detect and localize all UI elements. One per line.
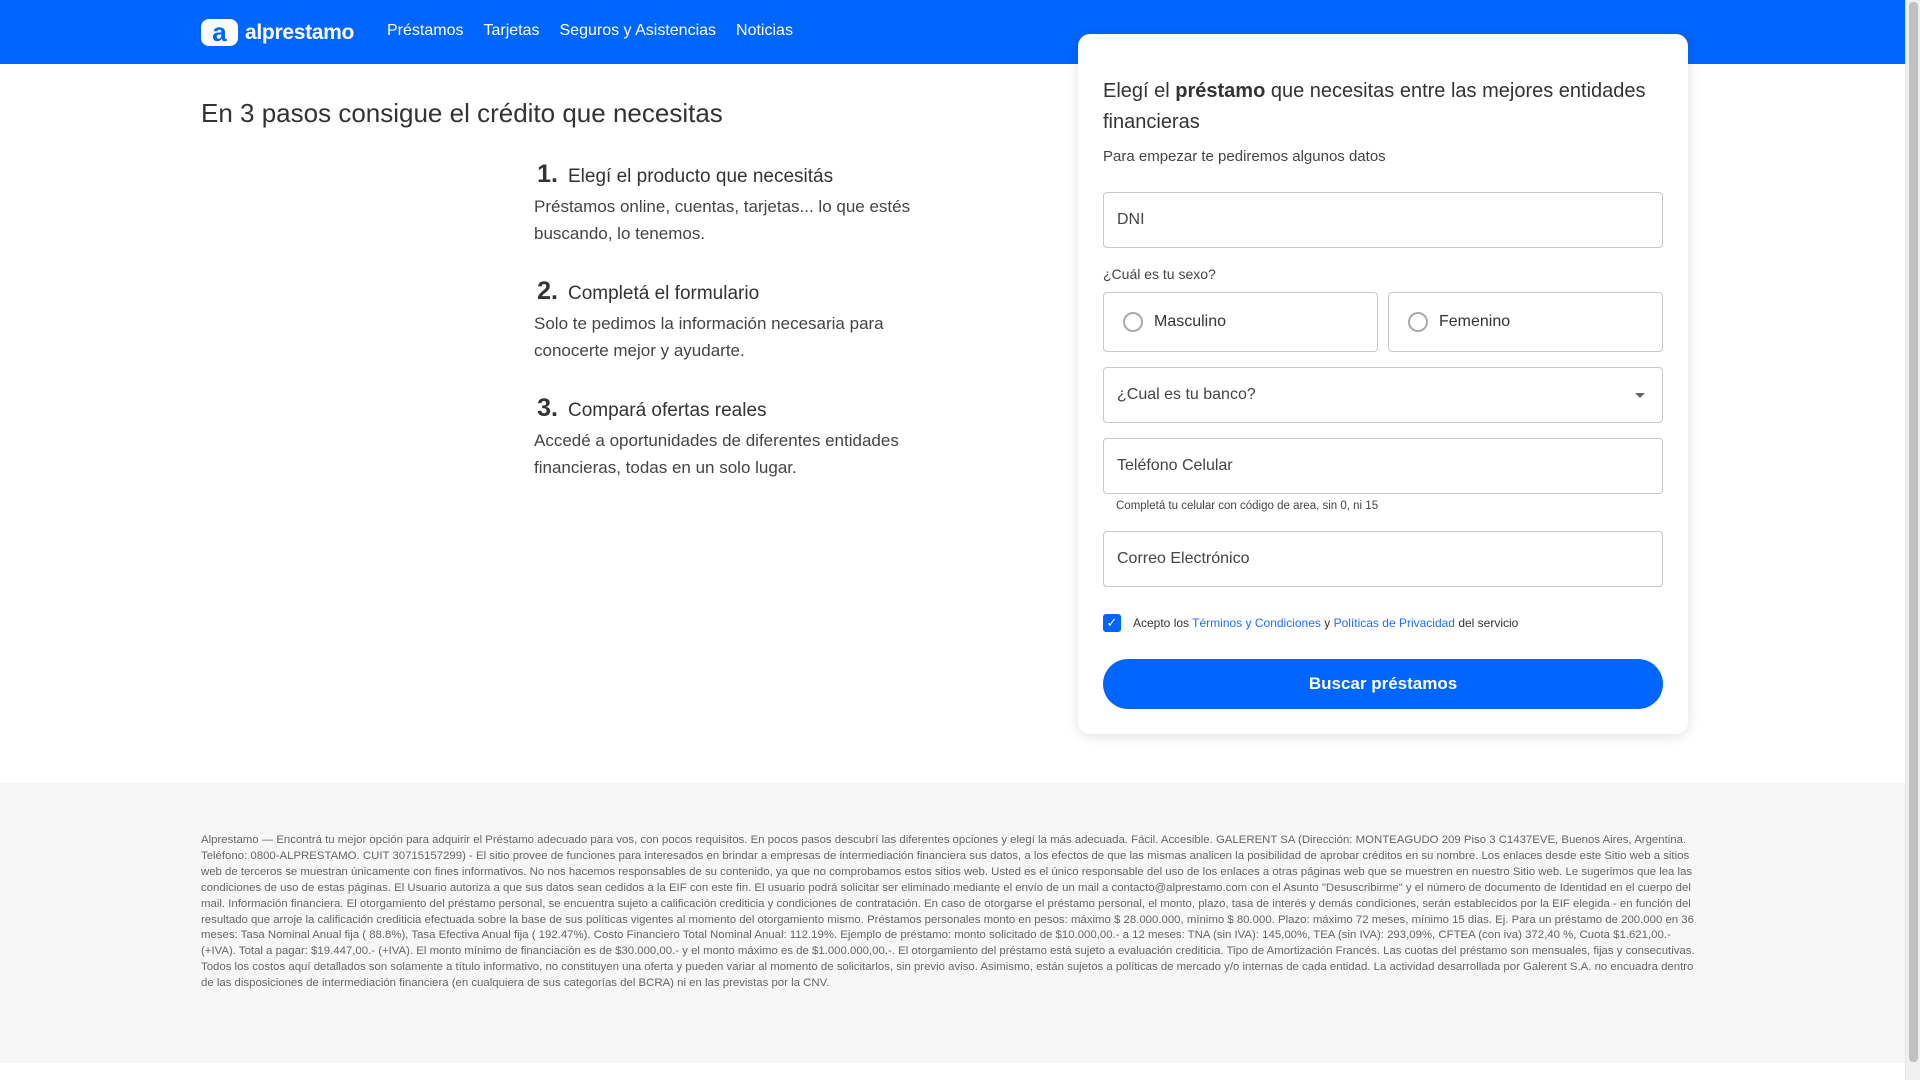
bank-select[interactable]: ¿Cual es tu banco? [1103, 367, 1663, 423]
footer-disclaimer: Alprestamo — Encontrá tu mejor opción pa… [201, 834, 1695, 990]
radio-masculino[interactable]: Masculino [1103, 292, 1378, 352]
nav-link-seguros[interactable]: Seguros y Asistencias [560, 22, 717, 40]
terms-pre: Acepto los [1133, 616, 1190, 630]
step-title: Compará ofertas reales [568, 400, 767, 421]
nav-link-prestamos[interactable]: Préstamos [387, 22, 463, 40]
terms-link[interactable]: Términos y Condiciones [1192, 616, 1321, 630]
steps-list: 1. Elegí el producto que necesitás Présta… [534, 160, 954, 511]
radio-femenino[interactable]: Femenino [1388, 292, 1663, 352]
bank-select-value: ¿Cual es tu banco? [1117, 386, 1256, 403]
terms-checkbox[interactable]: ✓ [1103, 614, 1121, 632]
radio-label: Femenino [1439, 313, 1511, 330]
loan-form-card: Elegí el préstamo que necesitas entre la… [1078, 34, 1688, 734]
search-loans-button[interactable]: Buscar préstamos [1103, 659, 1663, 709]
step-title: Elegí el producto que necesitás [568, 166, 834, 187]
terms-post: del servicio [1458, 616, 1519, 630]
sex-label: ¿Cuál es tu sexo? [1103, 266, 1216, 282]
logo-icon: a [201, 19, 238, 46]
step-title: Completá el formulario [568, 283, 760, 304]
step-text: Préstamos online, cuentas, tarjetas... l… [534, 197, 911, 243]
privacy-link[interactable]: Políticas de Privacidad [1334, 616, 1455, 630]
step-1: 1. Elegí el producto que necesitás Présta… [534, 160, 954, 247]
radio-label: Masculino [1154, 313, 1227, 330]
form-title: Elegí el préstamo que necesitas entre la… [1103, 76, 1663, 138]
logo-text: alprestamo [245, 20, 355, 44]
radio-circle-icon [1123, 312, 1143, 332]
footer: Alprestamo — Encontrá tu mejor opción pa… [0, 783, 1905, 1063]
caret-down-icon [1635, 393, 1645, 398]
step-text: Solo te pedimos la información necesaria… [534, 314, 884, 360]
page-title: En 3 pasos consigue el crédito que neces… [201, 98, 723, 128]
logo[interactable]: a alprestamo [201, 19, 354, 46]
form-subtitle: Para empezar te pediremos algunos datos [1103, 148, 1386, 165]
step-number: 2. [537, 277, 558, 305]
nav-link-tarjetas[interactable]: Tarjetas [483, 22, 539, 40]
dni-input[interactable]: DNI [1103, 192, 1663, 248]
terms-text: Acepto los Términos y Condiciones y Polí… [1133, 616, 1518, 630]
phone-input[interactable]: Teléfono Celular [1103, 438, 1663, 494]
phone-hint: Completá tu celular con código de area, … [1116, 500, 1379, 512]
scrollbar-thumb[interactable] [1909, 2, 1918, 1062]
form-title-pre: Elegí el [1103, 80, 1176, 102]
step-2: 2. Completá el formulario Solo te pedimos… [534, 277, 954, 364]
step-number: 1. [537, 160, 558, 188]
email-input[interactable]: Correo Electrónico [1103, 531, 1663, 587]
nav-links: Préstamos Tarjetas Seguros y Asistencias… [387, 22, 793, 40]
step-number: 3. [537, 394, 558, 422]
step-3: 3. Compará ofertas reales Accedé a oportu… [534, 394, 954, 481]
terms-row: ✓ Acepto los Términos y Condiciones y Po… [1103, 614, 1518, 632]
radio-circle-icon [1408, 312, 1428, 332]
terms-and: y [1324, 616, 1331, 630]
form-title-bold: préstamo [1175, 80, 1266, 102]
scrollbar[interactable] [1905, 0, 1920, 1080]
step-text: Accedé a oportunidades de diferentes ent… [534, 431, 899, 477]
nav-link-noticias[interactable]: Noticias [736, 22, 793, 40]
